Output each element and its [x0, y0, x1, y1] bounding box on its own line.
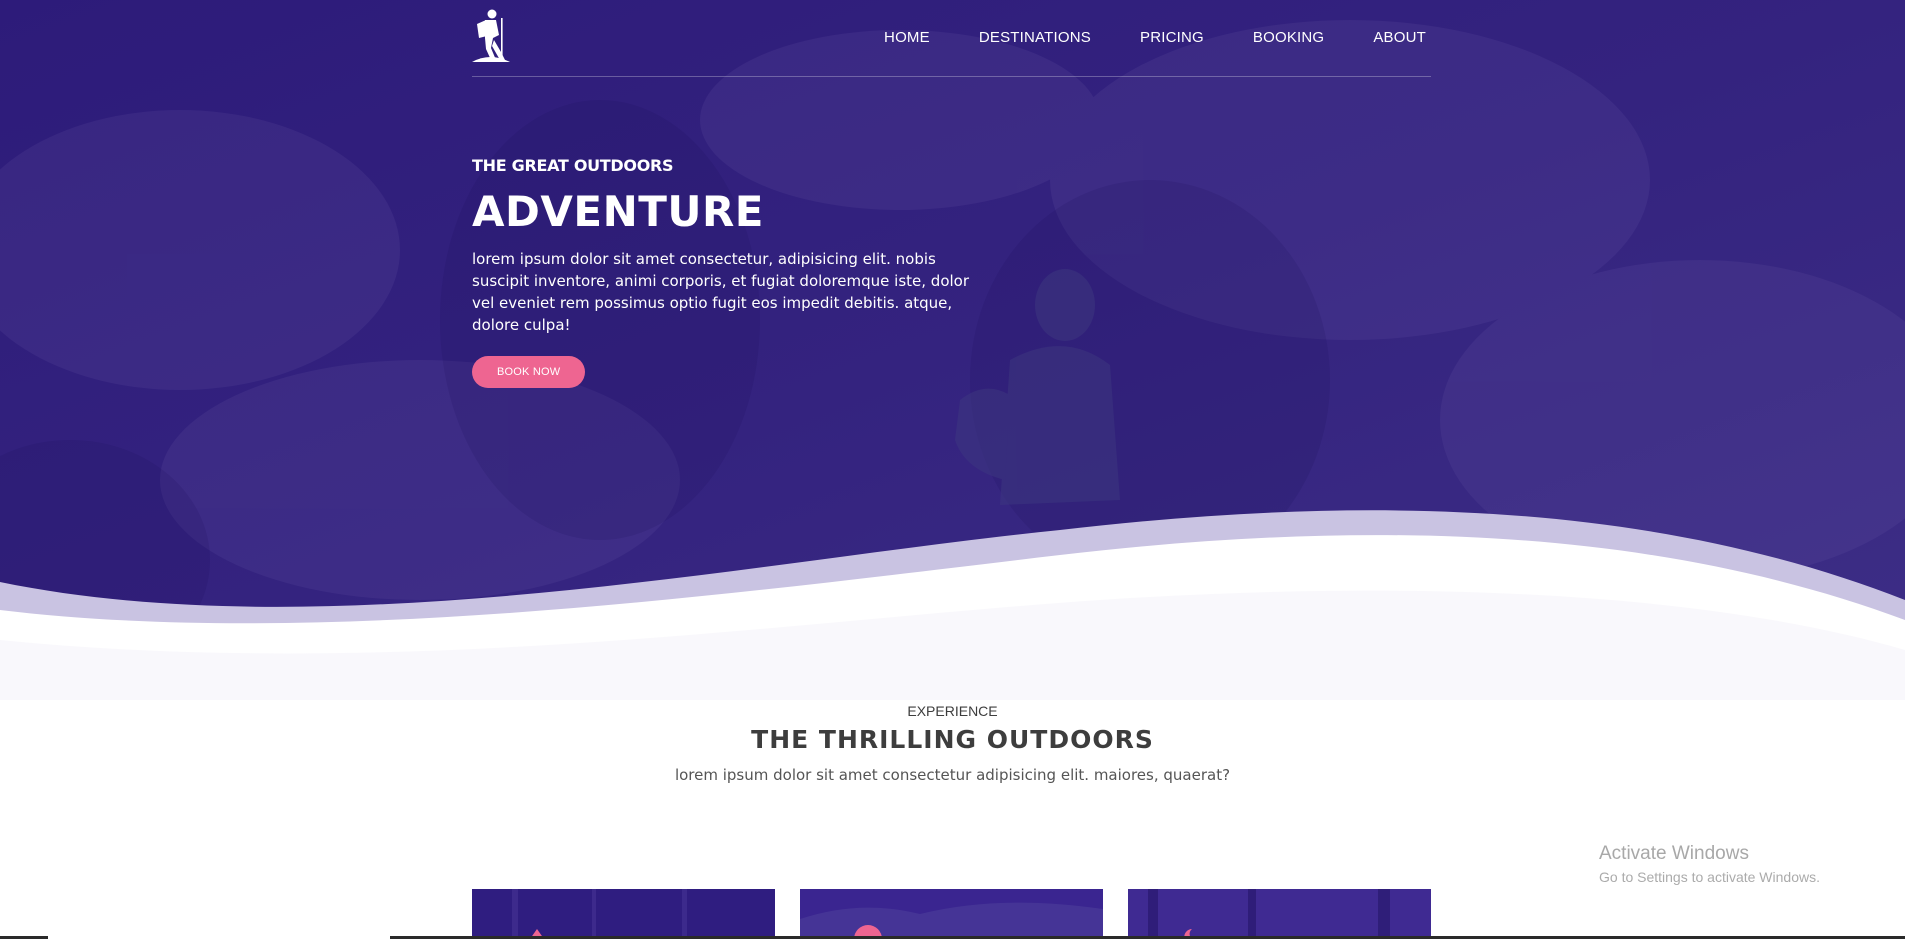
nav-link-destinations[interactable]: DESTINATIONS: [979, 29, 1091, 46]
experience-section: EXPERIENCE THE THRILLING OUTDOORS lorem …: [0, 703, 1905, 784]
section-description: lorem ipsum dolor sit amet consectetur a…: [674, 766, 1231, 784]
experience-card-2[interactable]: [800, 889, 1103, 939]
nav-link-home[interactable]: HOME: [884, 29, 930, 46]
hero-section: HOME DESTINATIONS PRICING BOOKING ABOUT …: [0, 0, 1905, 700]
nav-link-booking[interactable]: BOOKING: [1253, 29, 1324, 46]
book-now-button[interactable]: BOOK NOW: [472, 356, 586, 388]
hero-title: ADVENTURE: [472, 187, 764, 236]
windows-activation-watermark: Activate Windows Go to Settings to activ…: [1599, 843, 1820, 885]
main-navigation: HOME DESTINATIONS PRICING BOOKING ABOUT: [472, 0, 1431, 77]
nav-link-about[interactable]: ABOUT: [1373, 29, 1426, 46]
hero-content: THE GREAT OUTDOORS ADVENTURE lorem ipsum…: [472, 156, 992, 388]
hero-description: lorem ipsum dolor sit amet consectetur, …: [472, 250, 970, 334]
experience-cards: [472, 889, 1431, 939]
section-eyebrow: EXPERIENCE: [907, 703, 998, 719]
section-title: THE THRILLING OUTDOORS: [751, 725, 1154, 754]
nav-link-pricing[interactable]: PRICING: [1140, 29, 1204, 46]
experience-card-1[interactable]: [472, 889, 775, 939]
nav-links: HOME DESTINATIONS PRICING BOOKING ABOUT: [884, 29, 1426, 46]
hero-eyebrow: THE GREAT OUTDOORS: [472, 156, 674, 175]
watermark-subtitle: Go to Settings to activate Windows.: [1599, 869, 1820, 885]
watermark-title: Activate Windows: [1599, 843, 1749, 864]
experience-card-3[interactable]: [1128, 889, 1431, 939]
hiker-logo-icon[interactable]: [472, 8, 510, 62]
